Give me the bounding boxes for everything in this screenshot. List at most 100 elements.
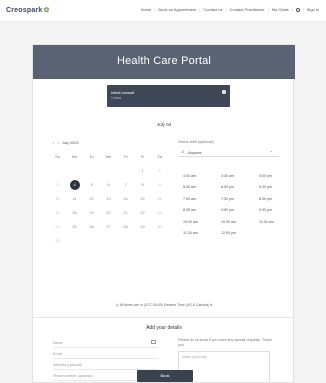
time-slot[interactable]: 11:00 am [259, 220, 297, 224]
selected-date-heading: July 04 [156, 122, 172, 127]
service-duration: 1 hour [111, 96, 121, 100]
calendar-day[interactable]: 19 [83, 211, 100, 215]
calendar-day[interactable]: 11 [66, 197, 83, 201]
calendar-day[interactable]: 26 [83, 225, 100, 229]
calendar-day[interactable]: 25 [66, 225, 83, 229]
weekday-label: Tu [89, 155, 94, 159]
calendar-week-row: 3456789 [49, 178, 168, 192]
time-slot[interactable]: 8:30 am [183, 208, 221, 212]
name-field[interactable]: Name [53, 337, 158, 348]
time-slot[interactable]: 9:00 pm [221, 208, 259, 212]
calendar-day[interactable]: 15 [134, 197, 151, 201]
weekday-label: Sa [157, 155, 162, 159]
staff-select[interactable]: ♙ Anyone ⌄ [178, 147, 279, 157]
weekday-header-row: Su Mo Tu We Th Fr Sa [49, 150, 168, 164]
nav-home[interactable]: Home [138, 7, 155, 12]
info-icon[interactable]: i [222, 90, 226, 94]
calendar-day[interactable]: 7 [117, 183, 134, 187]
time-slot[interactable]: 11:30 am [183, 231, 221, 235]
email-field[interactable]: Email [53, 348, 158, 359]
contact-card-icon[interactable] [151, 340, 156, 344]
time-slot[interactable]: 7:00 am [183, 197, 221, 201]
calendar-day[interactable]: 27 [100, 225, 117, 229]
calendar-day[interactable]: 14 [117, 197, 134, 201]
time-slot-row: 7:00 am 7:30 pm 8:00 pm [183, 193, 297, 205]
calendar-day[interactable]: 3 [49, 183, 66, 187]
chevron-down-icon[interactable]: ▾ [210, 303, 212, 307]
details-title: Add your details [146, 325, 182, 331]
time-slot[interactable]: 10:00 am [183, 220, 221, 224]
calendar-day[interactable]: 31 [49, 239, 66, 243]
time-slot[interactable]: 10:30 am [221, 220, 259, 224]
calendar-day[interactable]: 2 [151, 169, 168, 173]
time-slot-row: 11:30 am 12:00 pm [183, 228, 297, 240]
section-divider [33, 317, 295, 318]
calendar-week-row: 31 [49, 234, 168, 248]
top-navigation-bar: Creospark✿ Home | Book an Appointment | Co… [0, 0, 326, 22]
staff-label: Select staff (optional) [178, 140, 214, 144]
calendar-day[interactable]: 22 [134, 211, 151, 215]
calendar-day[interactable]: 10 [49, 197, 66, 201]
weekday-label: We [105, 155, 112, 159]
calendar-day[interactable]: 5 [83, 183, 100, 187]
booking-card: Health Care Portal Initial consult 1 hou… [32, 44, 297, 383]
calendar-day[interactable]: 9 [151, 183, 168, 187]
time-slot-row: 8:30 am 9:00 pm 9:30 pm [183, 205, 297, 217]
weekday-label: Fr [140, 155, 145, 159]
time-slot[interactable]: 9:30 pm [259, 208, 297, 212]
calendar-day[interactable]: 6 [100, 183, 117, 187]
time-slot[interactable]: 6:00 pm [221, 185, 259, 189]
calendar-day[interactable]: 24 [49, 225, 66, 229]
special-request-message: Please let us know if you have any speci… [178, 338, 273, 347]
time-slot-row: 10:00 am 10:30 am 11:00 am [183, 216, 297, 228]
calendar-day-selected[interactable]: 4 [66, 180, 83, 190]
prev-month-icon[interactable]: ‹ [53, 140, 54, 145]
service-selector[interactable]: Initial consult 1 hour i [107, 85, 230, 107]
calendar-day[interactable]: 21 [117, 211, 134, 215]
nav-sign-in[interactable]: Sign in [304, 7, 322, 12]
brand-logo[interactable]: Creospark✿ [6, 6, 50, 14]
calendar-day[interactable]: 17 [49, 211, 66, 215]
calendar-day[interactable]: 1 [134, 169, 151, 173]
time-slot[interactable]: 8:00 pm [259, 197, 297, 201]
person-icon: ♙ [181, 149, 185, 154]
book-button[interactable]: Book [137, 370, 193, 382]
time-slot[interactable]: 7:30 pm [221, 197, 259, 201]
nav-my-chats[interactable]: My Chats [269, 7, 292, 12]
calendar-day[interactable]: 12 [83, 197, 100, 201]
logo-flower-icon: ✿ [43, 7, 50, 14]
search-icon[interactable] [295, 7, 300, 12]
address-field[interactable]: Address (optional) [53, 359, 158, 370]
staff-value: Anyone [188, 149, 202, 155]
nav-contact-us[interactable]: Contact us [200, 7, 225, 12]
chevron-down-icon: ⌄ [269, 148, 273, 153]
time-slot[interactable]: 5:30 am [183, 185, 221, 189]
nav-links: Home | Book an Appointment | Contact us | C… [138, 7, 322, 12]
calendar-week-row: 24 25 26 27 28 29 30 [49, 220, 168, 234]
weekday-label: Su [55, 155, 60, 159]
calendar-week-row: 12 [49, 164, 168, 178]
time-slot[interactable]: 5:00 pm [259, 174, 297, 178]
calendar-day[interactable]: 16 [151, 197, 168, 201]
calendar-grid: Su Mo Tu We Th Fr Sa 1 2 3 4 5 6 7 8 9 10 11 12 13 14… [49, 150, 168, 248]
calendar-day[interactable]: 18 [66, 211, 83, 215]
nav-book-appointment[interactable]: Book an Appointment [155, 7, 199, 12]
time-slot[interactable]: 12:00 pm [221, 231, 259, 235]
nav-contact-practitioner[interactable]: Contact Practitioner [227, 7, 268, 12]
calendar-day[interactable]: 20 [100, 211, 117, 215]
next-month-icon[interactable]: › [57, 140, 58, 145]
weekday-label: Th [123, 155, 128, 159]
calendar-day[interactable]: 8 [134, 183, 151, 187]
time-slot-grid: 4:00 am 4:30 am 5:00 pm 5:30 am 6:00 pm 6:30 … [183, 170, 297, 239]
time-slot[interactable]: 4:00 am [183, 174, 221, 178]
time-slot[interactable]: 6:30 pm [259, 185, 297, 189]
calendar-day[interactable]: 30 [151, 225, 168, 229]
time-slot[interactable]: 4:30 am [221, 174, 259, 178]
calendar-day[interactable]: 23 [151, 211, 168, 215]
calendar-day[interactable]: 13 [100, 197, 117, 201]
time-slot-row: 5:30 am 6:00 pm 6:30 pm [183, 182, 297, 194]
calendar-day[interactable]: 28 [117, 225, 134, 229]
calendar-day[interactable]: 29 [134, 225, 151, 229]
month-label: July 2022 [61, 140, 79, 145]
page-title: Health Care Portal [116, 55, 212, 67]
